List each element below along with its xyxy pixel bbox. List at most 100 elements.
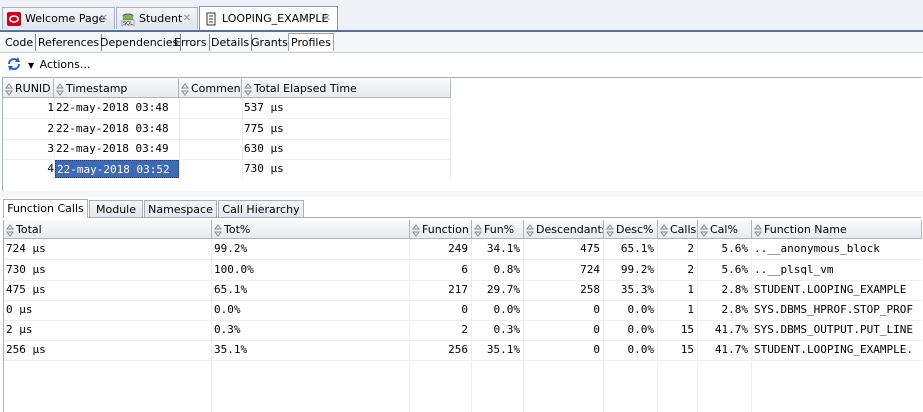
oracle-logo-icon — [7, 11, 21, 26]
column-header-calls[interactable]: Calls — [658, 220, 698, 239]
doc-tab-looping-example[interactable]: LOOPING_EXAMPLE ✕ — [199, 6, 338, 30]
function-cell: 2 — [461, 323, 468, 336]
column-header-function-name[interactable]: Function Name — [752, 220, 922, 239]
function-name-cell: SYS.DBMS_HPROF.STOP_PROF — [754, 303, 913, 316]
doc-tab-welcome-page[interactable]: Welcome Page ✕ — [2, 7, 115, 29]
tot-pct-cell: 35.1% — [214, 343, 248, 356]
tab-errors[interactable]: Errors — [172, 34, 210, 51]
column-header-cal-pct[interactable]: Cal% — [698, 220, 752, 239]
desc-pct-cell: 65.1% — [620, 242, 654, 255]
column-header-tot-pct[interactable]: Tot% — [212, 220, 410, 239]
function-cell: 6 — [461, 263, 468, 276]
cal-pct-cell: 41.7% — [714, 323, 748, 336]
column-header-total-elapsed-time[interactable]: Total Elapsed Time — [242, 79, 451, 98]
tab-module[interactable]: Module — [89, 200, 143, 217]
tab-dependencies[interactable]: Dependencies — [98, 34, 182, 51]
table-row[interactable]: 0 µs 0.0% 0 0.0% 0 0.0% 1 2.8% SYS.DBMS_… — [4, 300, 922, 321]
sort-icon — [5, 82, 13, 96]
actions-label: Actions... — [39, 58, 91, 71]
table-row[interactable]: 730 µs 100.0% 6 0.8% 724 99.2% 2 5.6% ..… — [4, 260, 922, 281]
table-row[interactable]: 2 22-may-2018 03:48 775 µs — [3, 119, 451, 140]
tab-profiles[interactable]: Profiles — [288, 33, 334, 51]
sort-icon — [56, 82, 64, 96]
function-name-cell: SYS.DBMS_OUTPUT.PUT_LINE — [754, 323, 913, 336]
column-header-runid[interactable]: RUNID — [3, 79, 54, 98]
tab-code[interactable]: Code — [3, 34, 37, 51]
runs-table: RUNID Timestamp Comment Total Elapsed Ti… — [3, 79, 451, 179]
tab-function-calls[interactable]: Function Calls — [3, 199, 88, 218]
header-label: Timestamp — [66, 82, 128, 95]
document-tab-bar: Welcome Page ✕ SQL Student ✕ LOOPING_EXA… — [0, 0, 923, 32]
timestamp-cell: 22-may-2018 03:49 — [56, 142, 169, 155]
elapsed-cell: 630 µs — [244, 142, 284, 155]
sort-icon — [754, 223, 762, 237]
close-icon[interactable]: ✕ — [323, 13, 331, 24]
fun-pct-cell: 34.1% — [486, 242, 520, 255]
calls-cell: 2 — [687, 242, 694, 255]
table-row[interactable]: 256 µs 35.1% 256 35.1% 0 0.0% 15 41.7% S… — [4, 340, 922, 361]
header-label: Desc% — [616, 223, 654, 236]
splitter-handle[interactable] — [0, 191, 923, 197]
sort-icon — [700, 223, 708, 237]
header-label: Calls — [670, 223, 697, 236]
column-header-fun-pct[interactable]: Fun% — [472, 220, 524, 239]
table-row-selected[interactable]: 4 22-may-2018 03:52 730 µs — [3, 159, 451, 179]
close-icon[interactable]: ✕ — [100, 13, 108, 24]
column-header-desc-pct[interactable]: Desc% — [604, 220, 658, 239]
actions-menu[interactable]: ▼ Actions... — [28, 58, 90, 71]
tot-pct-cell: 65.1% — [214, 283, 248, 296]
elapsed-cell: 730 µs — [244, 162, 284, 175]
column-header-comment[interactable]: Comment — [179, 79, 242, 98]
procedure-icon — [204, 12, 218, 26]
fun-pct-cell: 35.1% — [486, 343, 520, 356]
desc-pct-cell: 99.2% — [620, 263, 654, 276]
column-header-function[interactable]: Function — [410, 220, 472, 239]
table-row[interactable]: 3 22-may-2018 03:49 630 µs — [3, 139, 451, 160]
comment-cell — [181, 98, 241, 118]
function-cell: 249 — [448, 242, 468, 255]
tot-pct-cell: 0.3% — [214, 323, 241, 336]
column-header-total[interactable]: Total — [4, 220, 212, 239]
total-cell: 475 µs — [6, 283, 46, 296]
timestamp-cell-selected[interactable]: 22-may-2018 03:52 — [55, 160, 179, 178]
tab-details[interactable]: Details — [209, 34, 253, 51]
editor-tab-bar: Code References Dependencies Errors Deta… — [0, 32, 923, 53]
tab-grants[interactable]: Grants — [249, 34, 291, 51]
comment-cell — [181, 159, 241, 179]
calls-cell: 1 — [687, 283, 694, 296]
sort-icon — [244, 82, 252, 96]
sql-connection-icon: SQL — [121, 12, 135, 27]
header-label: Function — [422, 223, 469, 236]
tab-namespace[interactable]: Namespace — [144, 200, 217, 217]
tab-call-hierarchy[interactable]: Call Hierarchy — [218, 200, 304, 217]
table-row[interactable]: 1 22-may-2018 03:48 537 µs — [3, 98, 451, 119]
doc-tab-student[interactable]: SQL Student ✕ — [116, 7, 198, 29]
desc-pct-cell: 0.0% — [627, 343, 655, 356]
doc-tab-label: Student — [139, 12, 183, 25]
header-label: Descendants — [536, 223, 604, 236]
runid-cell: 4 — [47, 162, 54, 175]
sort-icon — [660, 223, 668, 237]
function-cell: 217 — [448, 283, 468, 296]
lower-tab-bar: Function Calls Module Namespace Call Hie… — [3, 199, 921, 218]
descendants-cell: 724 — [580, 263, 600, 276]
fun-pct-cell: 0.0% — [493, 303, 521, 316]
total-cell: 2 µs — [6, 323, 33, 336]
tab-references[interactable]: References — [36, 34, 103, 51]
refresh-icon[interactable] — [6, 56, 22, 72]
column-header-descendants[interactable]: Descendants — [524, 220, 604, 239]
sort-icon — [214, 223, 222, 237]
descendants-cell: 0 — [593, 323, 600, 336]
table-row[interactable]: 475 µs 65.1% 217 29.7% 258 35.3% 1 2.8% … — [4, 280, 922, 301]
cal-pct-cell: 41.7% — [714, 343, 748, 356]
doc-tab-label: Welcome Page — [25, 12, 106, 25]
timestamp-cell: 22-may-2018 03:48 — [56, 122, 169, 135]
table-row[interactable]: 2 µs 0.3% 2 0.3% 0 0.0% 15 41.7% SYS.DBM… — [4, 320, 922, 341]
descendants-cell: 258 — [580, 283, 600, 296]
column-header-timestamp[interactable]: Timestamp — [54, 79, 179, 98]
runid-cell: 2 — [47, 122, 54, 135]
descendants-cell: 0 — [593, 303, 600, 316]
table-row[interactable]: 724 µs 99.2% 249 34.1% 475 65.1% 2 5.6% … — [4, 239, 922, 260]
close-icon[interactable]: ✕ — [183, 13, 191, 24]
calls-cell: 1 — [687, 303, 694, 316]
